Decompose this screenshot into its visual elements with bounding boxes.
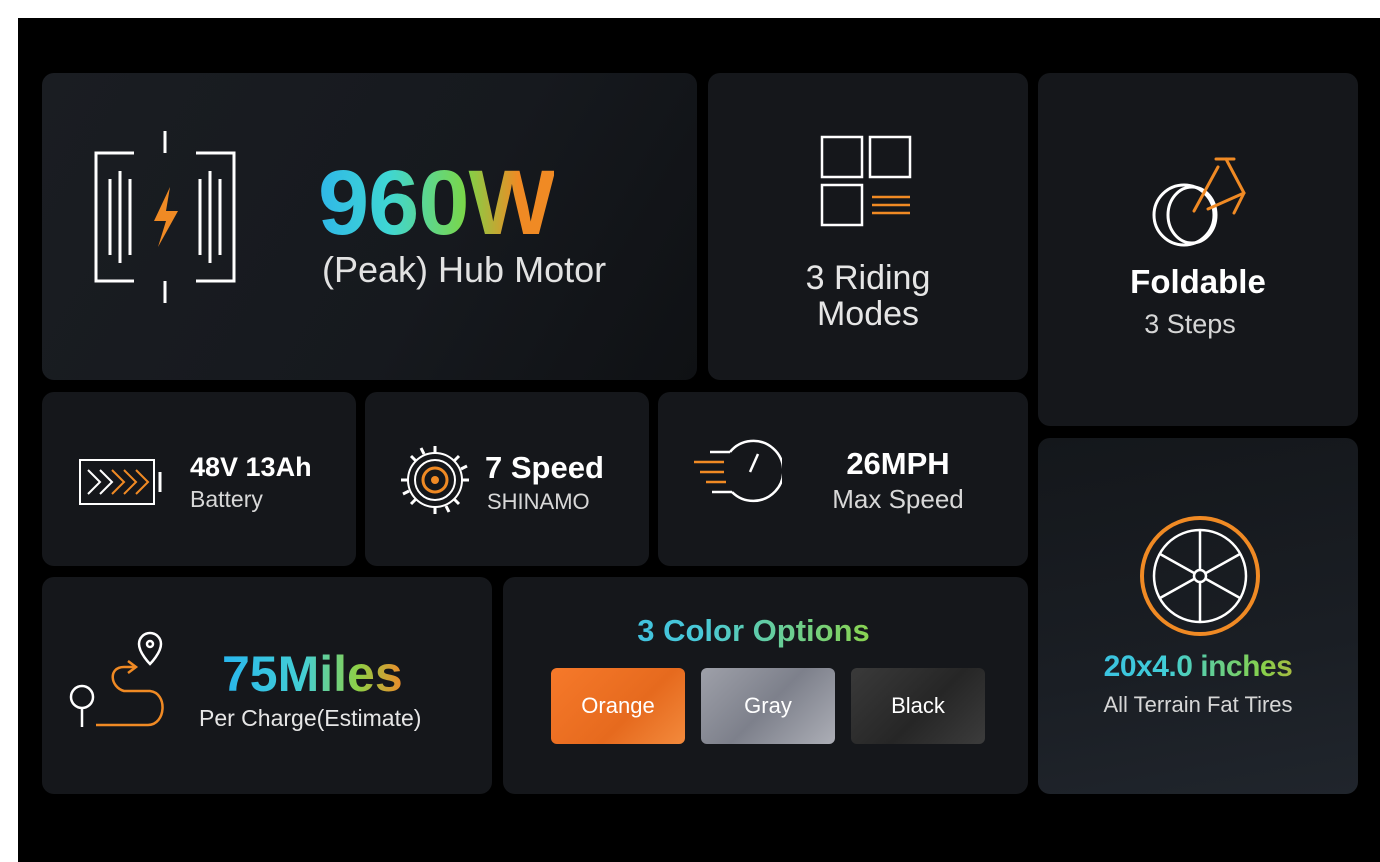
folding-bike-icon bbox=[1152, 157, 1246, 247]
max-speed-card: 26MPH Max Speed bbox=[658, 392, 1028, 566]
motor-power-value: 960W bbox=[318, 152, 555, 254]
color-options-card: 3 Color Options Orange Gray Black bbox=[503, 577, 1028, 794]
riding-modes-icon bbox=[820, 135, 912, 227]
battery-icon bbox=[79, 459, 162, 505]
wheel-icon bbox=[1140, 516, 1260, 636]
tires-sub: All Terrain Fat Tires bbox=[1103, 692, 1293, 717]
battery-card: 48V 13Ah Battery bbox=[42, 392, 356, 566]
color-option-gray[interactable]: Gray bbox=[701, 668, 835, 744]
gear-sub: SHINAMO bbox=[487, 489, 590, 514]
foldable-card: Foldable 3 Steps bbox=[1038, 73, 1358, 426]
motor-icon bbox=[94, 131, 236, 303]
battery-sub: Battery bbox=[190, 486, 263, 512]
range-card: 75Miles Per Charge(Estimate) bbox=[42, 577, 492, 794]
gear-card: 7 Speed SHINAMO bbox=[365, 392, 649, 566]
color-option-orange[interactable]: Orange bbox=[551, 668, 685, 744]
range-sub: Per Charge(Estimate) bbox=[199, 705, 422, 731]
range-value: 75Miles bbox=[222, 646, 403, 702]
max-speed-title: 26MPH bbox=[846, 446, 950, 481]
color-option-black[interactable]: Black bbox=[851, 668, 985, 744]
riding-modes-card: 3 Riding Modes bbox=[708, 73, 1028, 380]
route-icon bbox=[69, 631, 164, 727]
riding-modes-line2: Modes bbox=[816, 295, 920, 333]
battery-title: 48V 13Ah bbox=[190, 452, 312, 482]
foldable-sub: 3 Steps bbox=[1144, 309, 1236, 339]
tires-card: 20x4.0 inches All Terrain Fat Tires bbox=[1038, 438, 1358, 794]
riding-modes-line1: 3 Riding bbox=[805, 259, 931, 297]
speedometer-icon bbox=[694, 439, 782, 503]
motor-card: 960W (Peak) Hub Motor bbox=[42, 73, 697, 380]
tires-size: 20x4.0 inches bbox=[1038, 650, 1358, 684]
motor-label: (Peak) Hub Motor bbox=[322, 249, 607, 290]
gear-title: 7 Speed bbox=[485, 450, 604, 485]
color-options-title: 3 Color Options bbox=[503, 613, 1016, 649]
gear-icon bbox=[401, 446, 469, 514]
max-speed-sub: Max Speed bbox=[832, 484, 964, 514]
foldable-title: Foldable bbox=[1130, 263, 1266, 300]
